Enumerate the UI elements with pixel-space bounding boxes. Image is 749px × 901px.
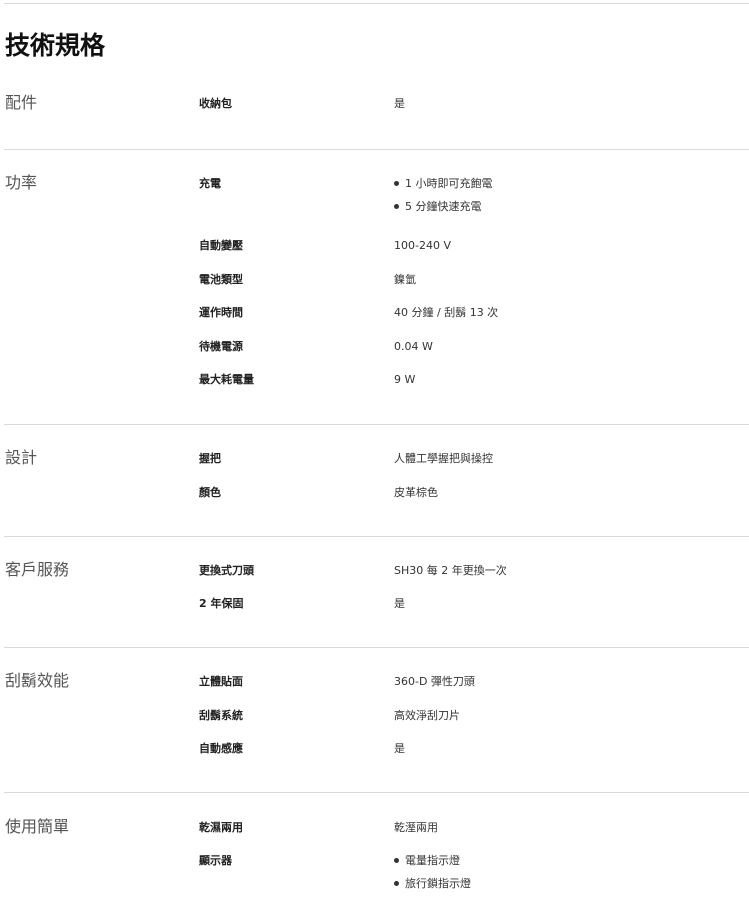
spec-label: 2 年保固	[199, 597, 244, 610]
section-title: 配件	[5, 93, 38, 112]
spec-label: 顯示器	[199, 854, 232, 867]
spec-label: 最大耗電量	[199, 373, 254, 386]
spec-value: 皮革棕色	[394, 486, 438, 499]
spec-label: 握把	[199, 452, 221, 465]
list-item: 5 分鐘快速充電	[394, 198, 493, 221]
section-title: 設計	[5, 448, 38, 467]
bullet-text: 旅行鎖指示燈	[405, 877, 471, 890]
section-title: 刮鬍效能	[5, 671, 70, 690]
bullet-text: 5 分鐘快速充電	[405, 200, 482, 213]
section-title: 使用簡單	[5, 817, 70, 836]
spec-value: 人體工學握把與操控	[394, 452, 493, 465]
spec-label: 立體貼面	[199, 675, 243, 688]
spec-value: SH30 每 2 年更換一次	[394, 564, 507, 577]
spec-value: 0.04 W	[394, 340, 433, 353]
bullet-dot-icon	[394, 880, 399, 886]
spec-label: 刮鬍系統	[199, 709, 243, 722]
spec-label: 更換式刀頭	[199, 564, 254, 577]
spec-label: 運作時間	[199, 306, 243, 319]
spec-value: 是	[394, 597, 405, 610]
section-title: 客戶服務	[5, 560, 70, 579]
list-item: 1 小時即可充飽電	[394, 175, 493, 198]
spec-label: 乾濕兩用	[199, 821, 243, 834]
spec-label: 顏色	[199, 486, 221, 499]
spec-value: 360-D 彈性刀頭	[394, 675, 475, 688]
spec-value: 高效淨刮刀片	[394, 709, 460, 722]
spec-label: 自動感應	[199, 742, 243, 755]
bullet-dot-icon	[394, 203, 399, 209]
list-item: 電量指示燈	[394, 852, 471, 875]
page-title: 技術規格	[5, 31, 106, 60]
spec-value: 100-240 V	[394, 239, 451, 252]
spec-value: 9 W	[394, 373, 416, 386]
spec-bullet-list: 1 小時即可充飽電 5 分鐘快速充電	[394, 175, 493, 221]
section-divider	[4, 424, 749, 425]
top-divider	[4, 3, 749, 4]
bullet-text: 電量指示燈	[405, 854, 460, 867]
spec-value: 鎳氫	[394, 273, 416, 286]
bullet-text: 1 小時即可充飽電	[405, 177, 493, 190]
spec-value: 乾溼兩用	[394, 821, 438, 834]
bullet-dot-icon	[394, 857, 399, 863]
bullet-dot-icon	[394, 180, 399, 186]
spec-label: 自動變壓	[199, 239, 243, 252]
section-title: 功率	[5, 173, 38, 192]
list-item: 旅行鎖指示燈	[394, 875, 471, 898]
section-divider	[4, 792, 749, 793]
spec-label: 電池類型	[199, 273, 243, 286]
spec-value: 是	[394, 97, 405, 110]
spec-label: 收納包	[199, 97, 232, 110]
spec-bullet-list: 電量指示燈 旅行鎖指示燈	[394, 852, 471, 898]
spec-value: 是	[394, 742, 405, 755]
spec-value: 40 分鐘 / 刮鬍 13 次	[394, 306, 499, 319]
spec-label: 充電	[199, 177, 221, 190]
spec-label: 待機電源	[199, 340, 243, 353]
section-divider	[4, 647, 749, 648]
section-divider	[4, 536, 749, 537]
section-divider	[4, 149, 749, 150]
